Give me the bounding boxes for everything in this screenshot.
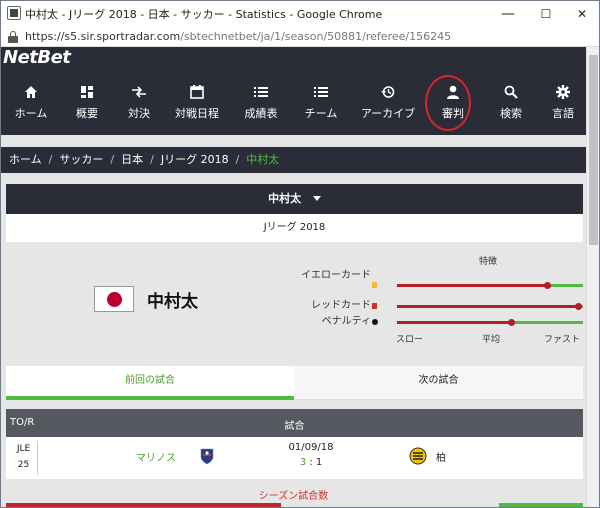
main-navbar: NetBet ホーム 概要 対決 対戦日程 成績表 チーム アーカイブ 審判 検… [1, 47, 586, 135]
search-icon [491, 83, 531, 101]
stats-header: 特徴 [479, 257, 498, 267]
referee-selector[interactable]: 中村太 [6, 184, 583, 214]
gear-icon [543, 83, 583, 101]
nav-home[interactable]: ホーム [11, 83, 51, 121]
kashiwa-crest-icon [409, 447, 427, 465]
nav-fixtures[interactable]: 対戦日程 [171, 83, 223, 121]
nav-h2h[interactable]: 対決 [119, 83, 159, 121]
maximize-button[interactable]: ☐ [531, 3, 561, 25]
nav-language[interactable]: 言語 [543, 83, 583, 121]
teams-list-icon [301, 83, 341, 101]
nav-archive[interactable]: アーカイブ [359, 83, 417, 121]
head-to-head-icon [119, 83, 159, 101]
caret-down-icon [312, 196, 321, 201]
row-tournament: JLE 25 [10, 441, 38, 475]
breadcrumb: ホーム / サッカー / 日本 / Jリーグ 2018/中村太 [1, 147, 586, 173]
stat-bar-below [397, 284, 548, 287]
scale-slow: スロー [396, 335, 424, 345]
home-icon [11, 83, 51, 101]
title-bar: 中村太 - Jリーグ 2018 - 日本 - サッカー - Statistics… [1, 1, 599, 27]
stat-bar-below [397, 305, 579, 308]
page-content: NetBet ホーム 概要 対決 対戦日程 成績表 チーム アーカイブ 審判 検… [1, 47, 586, 507]
standings-icon [239, 83, 283, 101]
scale-average: 平均 [482, 335, 501, 345]
breadcrumb-soccer[interactable]: サッカー [59, 153, 103, 166]
season-bar-green [499, 503, 583, 507]
red-card-icon [372, 303, 377, 309]
stat-level-dot [544, 282, 551, 289]
match-tabs: 前回の試合 次の試合 [6, 366, 583, 400]
nav-standings[interactable]: 成績表 [239, 83, 283, 121]
stat-level-dot [508, 319, 515, 326]
yellow-card-icon [372, 282, 377, 288]
page-favicon-icon [7, 6, 21, 20]
col-match: 試合 [284, 421, 305, 432]
history-icon [359, 83, 417, 101]
stat-bar-below [397, 321, 512, 324]
penalty-ball-icon [372, 319, 378, 325]
scrollbar-thumb[interactable] [589, 55, 598, 245]
stat-label-penalty: ペナルティ [321, 316, 371, 327]
netbet-logo[interactable]: NetBet [3, 47, 71, 68]
season-label: Jリーグ 2018 [6, 214, 583, 242]
stat-bar-above [512, 321, 583, 324]
home-team-name[interactable]: マリノス [136, 449, 176, 464]
minimize-button[interactable]: — [493, 3, 523, 25]
calendar-icon [171, 83, 223, 101]
red-annotation-circle [425, 75, 471, 131]
breadcrumb-japan[interactable]: 日本 [121, 153, 143, 166]
tab-next-matches[interactable]: 次の試合 [294, 366, 583, 400]
table-header: TO/R 試合 [6, 409, 583, 437]
season-bar-red [6, 503, 281, 507]
referee-name: 中村太 [147, 292, 198, 312]
stat-label-red: レッドカード [311, 300, 371, 311]
away-team-name[interactable]: 柏 [436, 449, 446, 464]
scale-fast: ファスト [544, 335, 581, 345]
page-scrollbar[interactable] [586, 47, 599, 507]
browser-window: 中村太 - Jリーグ 2018 - 日本 - サッカー - Statistics… [0, 0, 600, 508]
match-date: 01/09/18 [288, 442, 334, 453]
table-row[interactable]: JLE 25 マリノス 01/09/18 3 : 1 柏 [6, 437, 583, 479]
tab-previous-matches[interactable]: 前回の試合 [6, 366, 294, 400]
stat-label-yellow: イエローカード [301, 270, 371, 281]
nav-overview[interactable]: 概要 [67, 83, 107, 121]
stat-bar-above [548, 284, 583, 287]
stat-level-dot [575, 303, 582, 310]
breadcrumb-league[interactable]: Jリーグ 2018 [161, 153, 229, 166]
breadcrumb-home[interactable]: ホーム [9, 153, 42, 166]
address-bar[interactable]: https://s5.sir.sportradar.com/sbtechnetb… [1, 27, 599, 47]
lock-icon [8, 31, 18, 43]
match-score[interactable]: 3 : 1 [281, 457, 341, 468]
dashboard-icon [67, 83, 107, 101]
japan-flag-icon [94, 286, 134, 312]
close-button[interactable]: ✕ [567, 3, 597, 25]
season-matches-title: シーズン試合数 [258, 491, 329, 502]
nav-search[interactable]: 検索 [491, 83, 531, 121]
breadcrumb-current: 中村太 [246, 153, 280, 166]
marinos-crest-icon [200, 448, 214, 465]
nav-teams[interactable]: チーム [301, 83, 341, 121]
referee-selector-label: 中村太 [268, 192, 302, 205]
window-title: 中村太 - Jリーグ 2018 - 日本 - サッカー - Statistics… [25, 8, 383, 21]
url-text[interactable]: https://s5.sir.sportradar.com/sbtechnetb… [25, 30, 451, 43]
